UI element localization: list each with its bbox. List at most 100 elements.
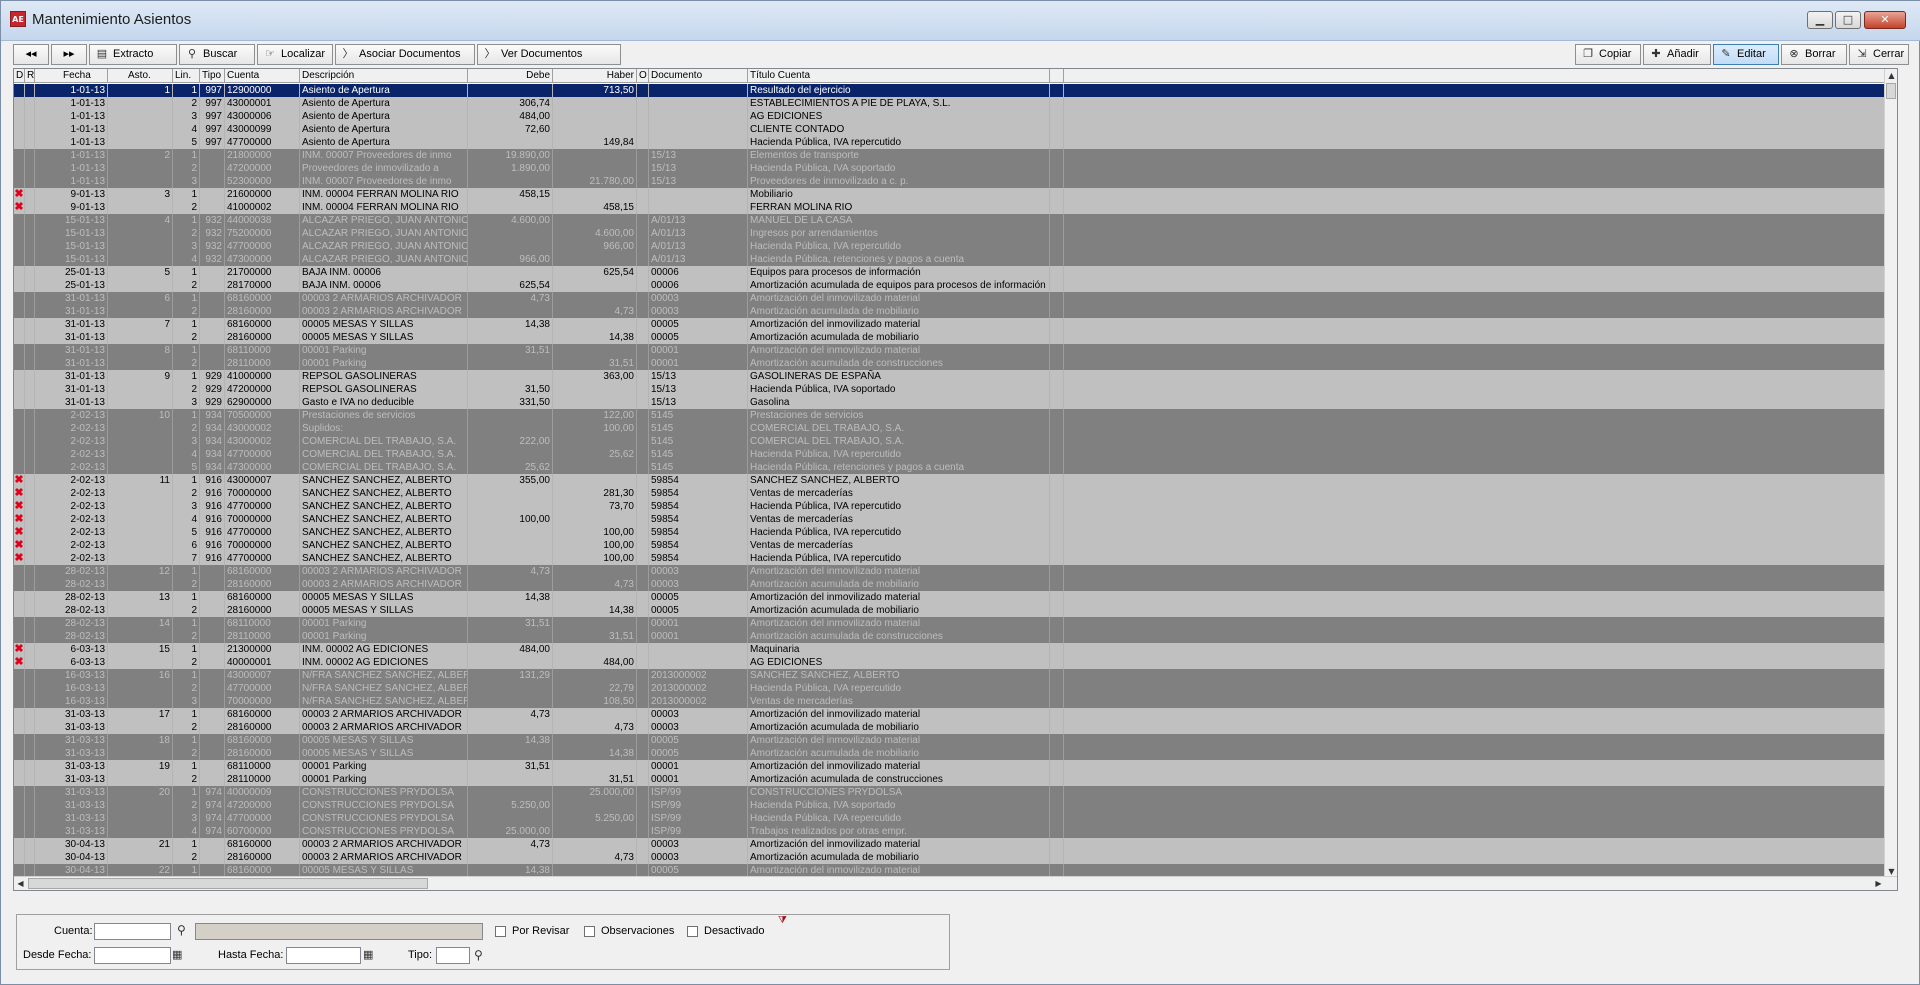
- table-row[interactable]: 1-01-13 2 1 21800000 INM. 00007 Proveedores …: [14, 149, 1886, 162]
- scroll-left-icon[interactable]: ◀: [14, 877, 27, 890]
- extracto-button[interactable]: ▤ Extracto: [89, 44, 177, 65]
- table-row[interactable]: 25-01-13 2 28170000 BAJA INM. 00006 625,54 00…: [14, 279, 1886, 292]
- table-row[interactable]: 2-02-13 2 934 43000002 Suplidos: 100,00 5145 CO…: [14, 422, 1886, 435]
- observaciones-checkbox[interactable]: [584, 926, 595, 937]
- column-header-descripcion[interactable]: Descripción: [300, 69, 468, 83]
- table-row[interactable]: 30-04-13 2 28160000 00003 2 ARMARIOS ARCHIV…: [14, 851, 1886, 864]
- table-row[interactable]: ✖ 2-02-13 11 1 916 43000007 SANCHEZ SANCHEZ, A…: [14, 474, 1886, 487]
- entries-grid[interactable]: D R Fecha Asto. Lin. Tipo Cuenta Descrip…: [13, 68, 1898, 891]
- table-row[interactable]: 31-01-13 8 1 68110000 00001 Parking 31,51 0000…: [14, 344, 1886, 357]
- next-record-button[interactable]: ▸▸: [51, 44, 87, 65]
- table-row[interactable]: 31-03-13 3 974 47700000 CONSTRUCCIONES PRYDO…: [14, 812, 1886, 825]
- table-row[interactable]: 31-03-13 2 974 47200000 CONSTRUCCIONES PRYDO…: [14, 799, 1886, 812]
- table-row[interactable]: 31-03-13 2 28110000 00001 Parking 31,51 00001…: [14, 773, 1886, 786]
- calendar-icon[interactable]: ▦: [363, 948, 373, 961]
- scroll-right-icon[interactable]: ▶: [1872, 877, 1885, 890]
- column-header-lin[interactable]: Lin.: [173, 69, 200, 83]
- table-row[interactable]: 2-02-13 10 1 934 70500000 Prestaciones de ser…: [14, 409, 1886, 422]
- column-header-haber[interactable]: Haber: [553, 69, 637, 83]
- table-row[interactable]: 28-02-13 2 28160000 00005 MESAS Y SILLAS 14,…: [14, 604, 1886, 617]
- table-row[interactable]: 1-01-13 4 997 43000099 Asiento de Apertura 72…: [14, 123, 1886, 136]
- tipo-input[interactable]: [436, 947, 470, 964]
- cuenta-input[interactable]: [94, 923, 171, 940]
- table-row[interactable]: 28-02-13 2 28160000 00003 2 ARMARIOS ARCHIV…: [14, 578, 1886, 591]
- column-header-o[interactable]: O: [637, 69, 649, 83]
- table-row[interactable]: 31-01-13 7 1 68160000 00005 MESAS Y SILLAS 14…: [14, 318, 1886, 331]
- filter-icon[interactable]: ⧩: [778, 915, 787, 926]
- table-row[interactable]: ✖ 2-02-13 3 916 47700000 SANCHEZ SANCHEZ, ALB…: [14, 500, 1886, 513]
- column-header-documento[interactable]: Documento: [649, 69, 748, 83]
- table-row[interactable]: ✖ 6-03-13 15 1 21300000 INM. 00002 AG EDICION…: [14, 643, 1886, 656]
- table-row[interactable]: 28-02-13 14 1 68110000 00001 Parking 31,51 000…: [14, 617, 1886, 630]
- horizontal-scroll-thumb[interactable]: [28, 878, 428, 889]
- localizar-button[interactable]: ☞ Localizar: [257, 44, 333, 65]
- maximize-button[interactable]: □: [1835, 11, 1861, 29]
- column-header-asto[interactable]: Asto.: [108, 69, 173, 83]
- table-row[interactable]: 31-01-13 2 28160000 00003 2 ARMARIOS ARCHIV…: [14, 305, 1886, 318]
- table-row[interactable]: 16-03-13 16 1 43000007 N/FRA SANCHEZ SANCHEZ…: [14, 669, 1886, 682]
- table-row[interactable]: 31-01-13 2 28160000 00005 MESAS Y SILLAS 14,…: [14, 331, 1886, 344]
- column-header-cuenta[interactable]: Cuenta: [225, 69, 300, 83]
- desactivado-checkbox[interactable]: [687, 926, 698, 937]
- table-row[interactable]: 31-03-13 19 1 68110000 00001 Parking 31,51 000…: [14, 760, 1886, 773]
- asociar-documentos-button[interactable]: 〉 Asociar Documentos: [335, 44, 475, 65]
- table-row[interactable]: 28-02-13 12 1 68160000 00003 2 ARMARIOS ARCH…: [14, 565, 1886, 578]
- table-row[interactable]: 31-01-13 9 1 929 41000000 REPSOL GASOLINERAS 3…: [14, 370, 1886, 383]
- table-row[interactable]: 15-01-13 4 932 47300000 ALCAZAR PRIEGO, JUAN…: [14, 253, 1886, 266]
- anadir-button[interactable]: ✚ Añadir: [1643, 44, 1711, 65]
- table-row[interactable]: ✖ 2-02-13 4 916 70000000 SANCHEZ SANCHEZ, ALB…: [14, 513, 1886, 526]
- buscar-button[interactable]: ⚲ Buscar: [179, 44, 255, 65]
- table-row[interactable]: 15-01-13 2 932 75200000 ALCAZAR PRIEGO, JUAN…: [14, 227, 1886, 240]
- table-row[interactable]: 31-01-13 2 28110000 00001 Parking 31,51 00001…: [14, 357, 1886, 370]
- column-header-d[interactable]: D: [14, 69, 25, 83]
- table-row[interactable]: 28-02-13 13 1 68160000 00005 MESAS Y SILLAS 1…: [14, 591, 1886, 604]
- search-icon[interactable]: ⚲: [177, 923, 186, 937]
- table-row[interactable]: 31-03-13 18 1 68160000 00005 MESAS Y SILLAS 1…: [14, 734, 1886, 747]
- table-row[interactable]: 1-01-13 5 997 47700000 Asiento de Apertura 14…: [14, 136, 1886, 149]
- scroll-up-icon[interactable]: ▲: [1885, 69, 1897, 82]
- table-row[interactable]: ✖ 2-02-13 7 916 47700000 SANCHEZ SANCHEZ, ALB…: [14, 552, 1886, 565]
- window-close-button[interactable]: ✕: [1864, 11, 1906, 29]
- table-row[interactable]: 15-01-13 4 1 932 44000038 ALCAZAR PRIEGO, JUA…: [14, 214, 1886, 227]
- table-row[interactable]: 16-03-13 3 70000000 N/FRA SANCHEZ SANCHEZ, …: [14, 695, 1886, 708]
- table-row[interactable]: 31-01-13 2 929 47200000 REPSOL GASOLINERAS 31…: [14, 383, 1886, 396]
- desde-fecha-input[interactable]: [94, 947, 171, 964]
- table-row[interactable]: 16-03-13 2 47700000 N/FRA SANCHEZ SANCHEZ, …: [14, 682, 1886, 695]
- table-row[interactable]: 31-03-13 20 1 974 40000009 CONSTRUCCIONES PRY…: [14, 786, 1886, 799]
- table-row[interactable]: 1-01-13 2 997 43000001 Asiento de Apertura 30…: [14, 97, 1886, 110]
- vertical-scrollbar[interactable]: ▲ ▼: [1884, 69, 1897, 878]
- table-row[interactable]: 31-03-13 4 974 60700000 CONSTRUCCIONES PRYDO…: [14, 825, 1886, 838]
- editar-button[interactable]: ✎ Editar: [1713, 44, 1779, 65]
- calendar-icon[interactable]: ▦: [172, 948, 182, 961]
- hasta-fecha-input[interactable]: [286, 947, 361, 964]
- table-row[interactable]: 31-03-13 2 28160000 00005 MESAS Y SILLAS 14,…: [14, 747, 1886, 760]
- cerrar-button[interactable]: ⇲ Cerrar: [1849, 44, 1909, 65]
- por-revisar-checkbox[interactable]: [495, 926, 506, 937]
- table-row[interactable]: ✖ 9-01-13 2 41000002 INM. 00004 FERRAN MOLIN…: [14, 201, 1886, 214]
- table-row[interactable]: 31-03-13 2 28160000 00003 2 ARMARIOS ARCHIV…: [14, 721, 1886, 734]
- table-row[interactable]: 25-01-13 5 1 21700000 BAJA INM. 00006 625,54 0…: [14, 266, 1886, 279]
- column-header-tipo[interactable]: Tipo: [200, 69, 225, 83]
- table-row[interactable]: 28-02-13 2 28110000 00001 Parking 31,51 00001…: [14, 630, 1886, 643]
- table-row[interactable]: ✖ 2-02-13 2 916 70000000 SANCHEZ SANCHEZ, ALB…: [14, 487, 1886, 500]
- table-row[interactable]: ✖ 9-01-13 3 1 21600000 INM. 00004 FERRAN MOLI…: [14, 188, 1886, 201]
- table-row[interactable]: 2-02-13 5 934 47300000 COMERCIAL DEL TRABAJO…: [14, 461, 1886, 474]
- table-row[interactable]: 1-01-13 3 997 43000006 Asiento de Apertura 48…: [14, 110, 1886, 123]
- table-row[interactable]: 31-01-13 3 929 62900000 Gasto e IVA no deduc…: [14, 396, 1886, 409]
- column-header-titulo-cuenta[interactable]: Título Cuenta: [748, 69, 1050, 83]
- column-header-r[interactable]: R: [25, 69, 35, 83]
- vertical-scroll-thumb[interactable]: [1886, 83, 1896, 99]
- table-row[interactable]: ✖ 6-03-13 2 40000001 INM. 00002 AG EDICIONES…: [14, 656, 1886, 669]
- table-row[interactable]: 2-02-13 3 934 43000002 COMERCIAL DEL TRABAJO…: [14, 435, 1886, 448]
- table-row[interactable]: 1-01-13 1 1 997 12900000 Asiento de Apertura 7…: [14, 84, 1886, 97]
- table-row[interactable]: 1-01-13 2 47200000 Proveedores de inmoviliz…: [14, 162, 1886, 175]
- minimize-button[interactable]: ▁: [1807, 11, 1833, 29]
- table-row[interactable]: ✖ 2-02-13 6 916 70000000 SANCHEZ SANCHEZ, ALB…: [14, 539, 1886, 552]
- table-row[interactable]: ✖ 2-02-13 5 916 47700000 SANCHEZ SANCHEZ, ALB…: [14, 526, 1886, 539]
- borrar-button[interactable]: ⊗ Borrar: [1781, 44, 1847, 65]
- search-icon[interactable]: ⚲: [474, 948, 483, 962]
- table-row[interactable]: 30-04-13 21 1 68160000 00003 2 ARMARIOS ARCH…: [14, 838, 1886, 851]
- table-row[interactable]: 1-01-13 3 52300000 INM. 00007 Proveedores d…: [14, 175, 1886, 188]
- previous-record-button[interactable]: ◂◂: [13, 44, 49, 65]
- table-row[interactable]: 31-01-13 6 1 68160000 00003 2 ARMARIOS ARCHI…: [14, 292, 1886, 305]
